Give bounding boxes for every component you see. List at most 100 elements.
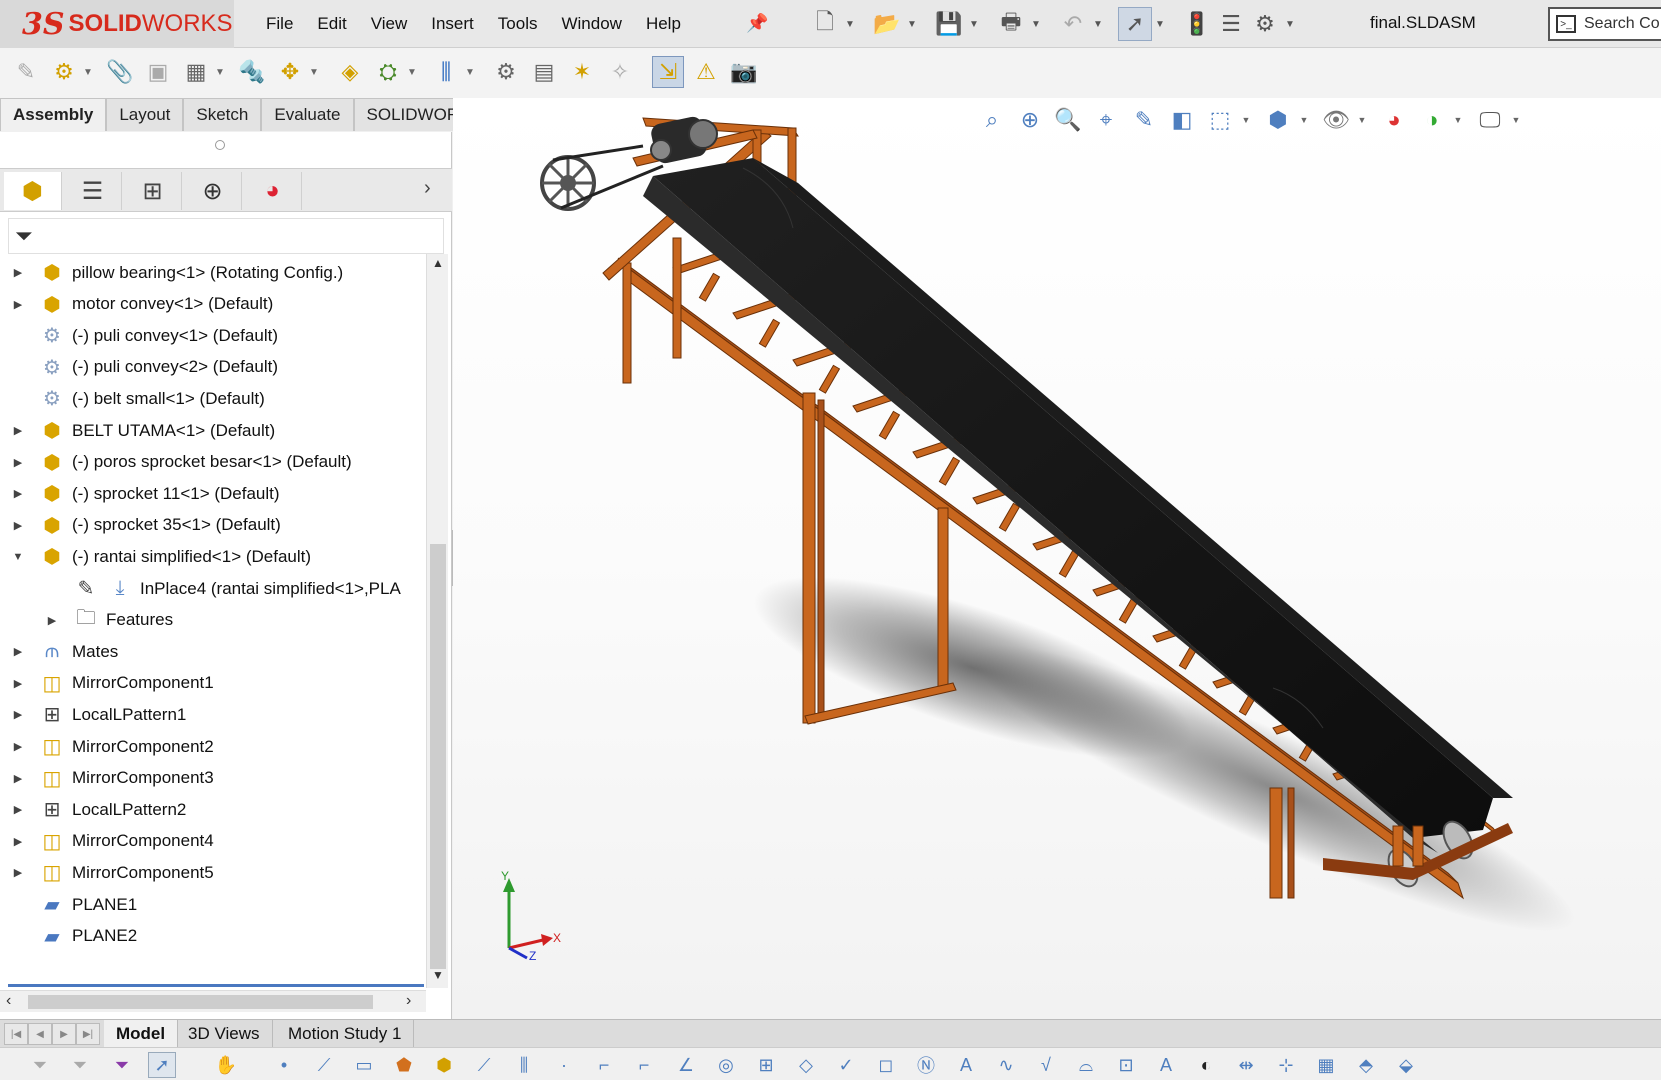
tree-item[interactable]: ▶ ⬢ pillow bearing<1> (Rotating Config.) — [0, 256, 426, 289]
tag-icon[interactable]: ◇ — [792, 1052, 820, 1078]
tree-item[interactable]: ▶ ◫ MirrorComponent4 — [0, 825, 426, 858]
file-properties-icon[interactable]: ☰ — [1214, 7, 1248, 41]
open-dropdown[interactable]: ▼ — [904, 19, 920, 30]
next-tab-icon[interactable]: ▶ — [52, 1023, 76, 1045]
exploded-view-icon[interactable]: ✶ — [566, 56, 598, 88]
menu-view[interactable]: View — [371, 14, 408, 34]
tab-evaluate[interactable]: Evaluate — [261, 98, 354, 131]
tree-item[interactable]: ▶ ⊞ LocalLPattern1 — [0, 698, 426, 731]
tab-layout[interactable]: Layout — [106, 98, 184, 131]
center-mark-icon[interactable]: ⊹ — [1272, 1052, 1300, 1078]
select-tool-icon[interactable]: ➚ — [148, 1052, 176, 1078]
tree-item[interactable]: ⚙ (-) puli convey<1> (Default) — [0, 319, 426, 352]
expand-arrow-icon[interactable]: ▶ — [11, 266, 25, 279]
first-tab-icon[interactable]: |◀ — [4, 1023, 28, 1045]
axis-icon[interactable]: ⇹ — [1232, 1052, 1260, 1078]
print-dropdown[interactable]: ▼ — [1028, 19, 1044, 30]
sketch-line-icon[interactable]: ⟋ — [470, 1052, 498, 1078]
display-manager-tab-icon[interactable]: ◕ — [244, 172, 302, 210]
check-icon[interactable]: ✓ — [832, 1052, 860, 1078]
menu-help[interactable]: Help — [646, 14, 681, 34]
expand-arrow-icon[interactable]: ▶ — [11, 519, 25, 532]
tree-item[interactable]: ▶ ◫ MirrorComponent3 — [0, 762, 426, 795]
menu-tools[interactable]: Tools — [498, 14, 538, 34]
expand-arrow-icon[interactable]: ▶ — [11, 835, 25, 848]
text-box-icon[interactable]: A — [1152, 1052, 1180, 1078]
tree-item[interactable]: ▶ ⫙ Mates — [0, 635, 426, 668]
tree-item[interactable]: ▶ ◫ MirrorComponent2 — [0, 730, 426, 763]
pin-icon[interactable]: 📌 — [746, 13, 768, 34]
tab-model[interactable]: Model — [104, 1020, 179, 1048]
previous-tab-icon[interactable]: ◀ — [28, 1023, 52, 1045]
explode-line-sketch-icon[interactable]: ✧ — [604, 56, 636, 88]
point-icon[interactable]: • — [270, 1052, 298, 1078]
grid-icon[interactable]: ⊞ — [752, 1052, 780, 1078]
tree-item[interactable]: ⚙ (-) belt small<1> (Default) — [0, 382, 426, 415]
graphics-area[interactable]: ⌕ ⊕ 🔍 ⌖ ✎ ◧ ⬚ ▼ ⬢ ▼ 👁 ▼ ◕ ◑ ▼ 🖵 ▼ Y X Z — [453, 98, 1661, 1019]
block-icon[interactable]: ⬙ — [1392, 1052, 1420, 1078]
tree-item[interactable]: ▶ ⬢ (-) poros sprocket besar<1> (Default) — [0, 446, 426, 479]
surface-finish-icon[interactable]: √ — [1032, 1052, 1060, 1078]
bill-of-materials-icon[interactable]: ▤ — [528, 56, 560, 88]
tree-vertical-scrollbar[interactable]: ▲ ▼ — [426, 254, 448, 988]
menu-file[interactable]: File — [266, 14, 293, 34]
vertical-scroll-thumb[interactable] — [430, 544, 446, 969]
tree-item[interactable]: ▼ ⬢ (-) rantai simplified<1> (Default) — [0, 540, 426, 573]
menu-insert[interactable]: Insert — [431, 14, 474, 34]
tab-sketch[interactable]: Sketch — [183, 98, 262, 131]
measure-icon[interactable]: ⌓ — [1072, 1052, 1100, 1078]
line-icon[interactable]: ⟋ — [310, 1052, 338, 1078]
corner-rectangle-icon[interactable]: ⌐ — [590, 1052, 618, 1078]
rebuild-traffic-light-icon[interactable]: 🚦 — [1180, 7, 1214, 41]
tree-item[interactable]: ▶ ⊞ LocalLPattern2 — [0, 793, 426, 826]
update-speedpak-icon[interactable]: ⚠ — [690, 56, 722, 88]
insert-components-icon[interactable]: ⚙ — [48, 56, 80, 88]
rectangle-icon[interactable]: ▭ — [350, 1052, 378, 1078]
mate-icon[interactable]: 📎 — [104, 56, 136, 88]
new-motion-study-icon[interactable]: ⚙ — [490, 56, 522, 88]
edit-component-icon[interactable]: ✎ — [10, 56, 42, 88]
expand-arrow-icon[interactable]: ▶ — [11, 456, 25, 469]
horizontal-scroll-thumb[interactable] — [28, 995, 373, 1009]
print-icon[interactable]: 🖶 — [994, 7, 1028, 41]
scroll-down-icon[interactable]: ▼ — [430, 968, 446, 982]
expand-arrow-icon[interactable]: ▶ — [11, 866, 25, 879]
tree-item[interactable]: ▶ ⬢ (-) sprocket 11<1> (Default) — [0, 477, 426, 510]
reference-geometry-icon[interactable]: ⫼ — [430, 56, 462, 88]
pattern-dropdown[interactable]: ▼ — [212, 56, 228, 88]
extrude-icon[interactable]: ⬟ — [390, 1052, 418, 1078]
plane-tool-icon[interactable]: ⫼ — [510, 1052, 538, 1078]
tree-item[interactable]: ▶ ◫ MirrorComponent1 — [0, 667, 426, 700]
show-hidden-components-icon[interactable]: ◈ — [334, 56, 366, 88]
datum-icon[interactable]: ⊡ — [1112, 1052, 1140, 1078]
save-icon[interactable]: 💾 — [932, 7, 966, 41]
new-document-icon[interactable]: 🗋 — [808, 7, 842, 41]
last-tab-icon[interactable]: ▶| — [76, 1023, 100, 1045]
part-icon[interactable]: ⬢ — [430, 1052, 458, 1078]
tree-item[interactable]: ⚙ (-) puli convey<2> (Default) — [0, 351, 426, 384]
rollback-bar[interactable] — [8, 984, 424, 987]
insert-components-dropdown[interactable]: ▼ — [80, 56, 96, 88]
expand-arrow-icon[interactable]: ▶ — [11, 645, 25, 658]
tree-item[interactable]: ▶ ⬢ BELT UTAMA<1> (Default) — [0, 414, 426, 447]
expand-arrow-icon[interactable]: ▶ — [11, 772, 25, 785]
corner-trim-icon[interactable]: ⌐ — [630, 1052, 658, 1078]
menu-edit[interactable]: Edit — [317, 14, 346, 34]
expand-arrow-icon[interactable]: ▶ — [11, 740, 25, 753]
expand-arrow-icon[interactable]: ▶ — [11, 677, 25, 690]
open-folder-icon[interactable]: 📂 — [870, 7, 904, 41]
reference-geometry-dropdown[interactable]: ▼ — [462, 56, 478, 88]
new-dropdown[interactable]: ▼ — [842, 19, 858, 30]
spline-icon[interactable]: ∿ — [992, 1052, 1020, 1078]
solidworks-logo[interactable]: 3S SOLIDWORKS — [0, 0, 234, 48]
annotation-icon[interactable]: A — [952, 1052, 980, 1078]
take-snapshot-icon[interactable]: 📷 — [728, 56, 760, 88]
tree-item[interactable]: ▰ PLANE1 — [0, 888, 426, 921]
table-icon[interactable]: ▦ — [1312, 1052, 1340, 1078]
scroll-up-icon[interactable]: ▲ — [430, 256, 446, 270]
tree-item[interactable]: ▶ ⬢ (-) sprocket 35<1> (Default) — [0, 509, 426, 542]
undo-dropdown[interactable]: ▼ — [1090, 19, 1106, 30]
tab-3d-views[interactable]: 3D Views — [176, 1020, 273, 1048]
expand-arrow-icon[interactable]: ▶ — [11, 708, 25, 721]
point-tool-icon[interactable]: · — [550, 1052, 578, 1078]
